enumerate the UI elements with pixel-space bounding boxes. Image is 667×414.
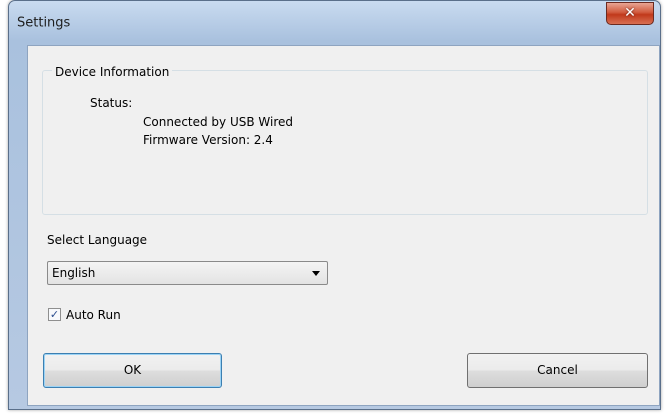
title-bar[interactable]: Settings ✕ <box>9 1 660 37</box>
connection-status: Connected by USB Wired <box>143 115 294 129</box>
window-title: Settings <box>17 15 71 31</box>
settings-window: Settings ✕ Device Information Status: Co… <box>8 0 661 410</box>
chevron-down-icon[interactable] <box>312 271 320 276</box>
status-label: Status: <box>90 96 133 110</box>
ok-button[interactable]: OK <box>43 353 222 388</box>
auto-run-checkbox[interactable]: ✓ <box>48 308 61 321</box>
cancel-button[interactable]: Cancel <box>467 353 648 388</box>
checkmark-icon: ✓ <box>49 308 60 321</box>
close-button[interactable]: ✕ <box>606 2 654 25</box>
auto-run-label[interactable]: Auto Run <box>66 308 121 322</box>
close-icon: ✕ <box>624 5 636 21</box>
language-dropdown[interactable]: English <box>47 261 328 285</box>
select-language-label: Select Language <box>47 233 148 247</box>
device-information-group <box>42 70 648 215</box>
device-information-label: Device Information <box>52 65 173 79</box>
firmware-version: Firmware Version: 2.4 <box>143 133 273 147</box>
language-selected-value: English <box>52 266 96 280</box>
dialog-client-area: Device Information Status: Connected by … <box>27 45 660 406</box>
